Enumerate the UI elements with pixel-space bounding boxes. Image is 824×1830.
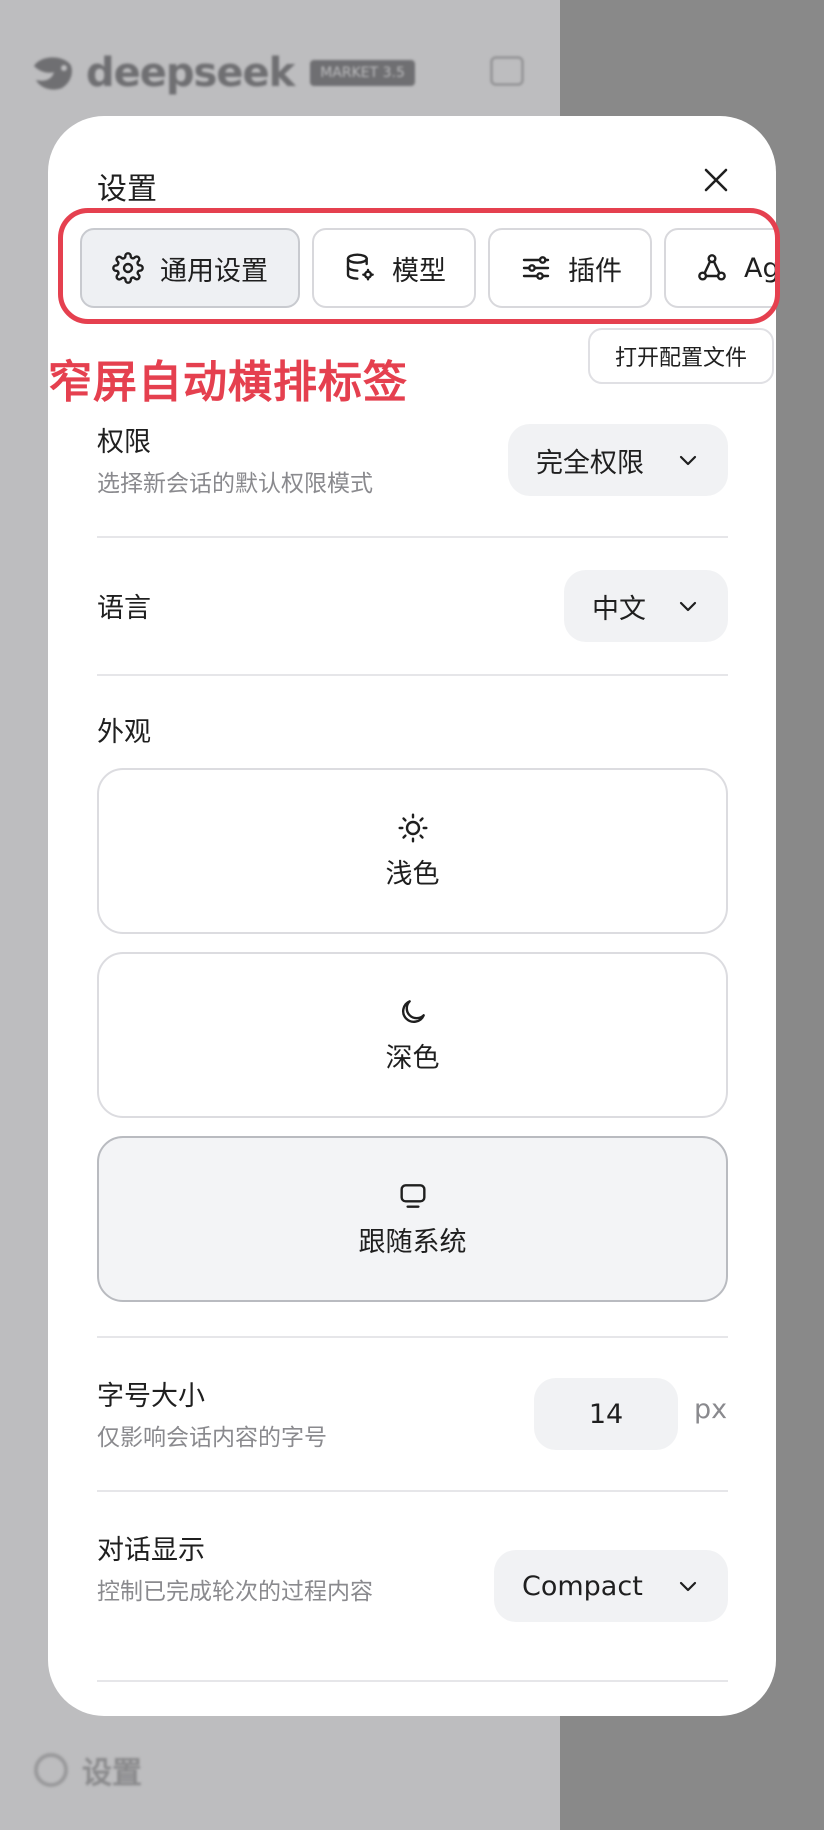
conversation-display-select[interactable]: Compact	[494, 1550, 728, 1622]
sidebar-toggle-icon	[490, 56, 524, 86]
database-gear-icon	[346, 253, 374, 281]
chevron-down-icon	[679, 601, 697, 612]
tab-label: 模型	[392, 255, 446, 287]
sun-icon	[397, 812, 428, 843]
gear-icon	[34, 1753, 68, 1787]
theme-option-label: 浅色	[385, 858, 440, 890]
tab-label: 插件	[568, 255, 622, 287]
conversation-display-label: 对话显示	[97, 1535, 205, 1566]
annotation-text: 窄屏自动横排标签	[48, 357, 408, 408]
font-size-label: 字号大小	[97, 1381, 205, 1412]
monitor-icon	[399, 1183, 426, 1208]
permission-value: 完全权限	[536, 447, 644, 479]
font-size-input[interactable]	[534, 1378, 678, 1450]
conversation-display-description: 控制已完成轮次的过程内容	[97, 1579, 373, 1605]
font-size-description: 仅影响会话内容的字号	[97, 1425, 327, 1451]
sidebar-settings-entry: 设置	[34, 1748, 142, 1792]
divider	[97, 674, 728, 676]
tab-general[interactable]: 通用设置	[80, 228, 300, 308]
brand-logo: deepseek MARKET 3.5	[30, 50, 415, 96]
tab-label: 通用设置	[160, 255, 268, 287]
language-select[interactable]: 中文	[564, 570, 728, 642]
gear-icon	[112, 252, 144, 284]
divider	[97, 1490, 728, 1492]
theme-option-label: 跟随系统	[358, 1226, 467, 1258]
language-value: 中文	[592, 593, 646, 625]
sidebar-settings-label: 设置	[82, 1756, 142, 1791]
permission-select[interactable]: 完全权限	[508, 424, 728, 496]
close-button[interactable]	[698, 162, 734, 198]
tab-plugins[interactable]: 插件	[488, 228, 652, 308]
nodes-icon	[698, 254, 726, 281]
version-badge: MARKET 3.5	[310, 60, 415, 86]
theme-option-light[interactable]: 浅色	[97, 768, 728, 934]
divider	[97, 1336, 728, 1338]
settings-tabs: 通用设置 模型 插件 Agent	[80, 228, 776, 314]
chevron-down-icon	[679, 455, 697, 466]
font-size-unit: px	[694, 1394, 728, 1425]
dialog-title: 设置	[97, 172, 157, 207]
conversation-display-value: Compact	[522, 1570, 643, 1602]
chevron-down-icon	[679, 1581, 697, 1592]
language-label: 语言	[97, 593, 151, 624]
tab-label: Agent	[744, 252, 776, 284]
brand-name: deepseek	[86, 50, 295, 96]
theme-option-dark[interactable]: 深色	[97, 952, 728, 1118]
theme-option-system[interactable]: 跟随系统	[97, 1136, 728, 1302]
appearance-label: 外观	[97, 717, 151, 748]
open-config-file-button[interactable]: 打开配置文件	[588, 328, 774, 384]
theme-option-label: 深色	[385, 1042, 440, 1074]
sliders-icon	[522, 256, 550, 280]
permission-label: 权限	[97, 427, 151, 458]
whale-logo-icon	[34, 57, 72, 90]
divider	[97, 536, 728, 538]
permission-description: 选择新会话的默认权限模式	[97, 471, 373, 497]
close-icon	[704, 168, 728, 192]
moon-icon	[401, 999, 425, 1023]
tab-agent[interactable]: Agent	[664, 228, 776, 308]
tab-models[interactable]: 模型	[312, 228, 476, 308]
divider	[97, 1680, 728, 1682]
